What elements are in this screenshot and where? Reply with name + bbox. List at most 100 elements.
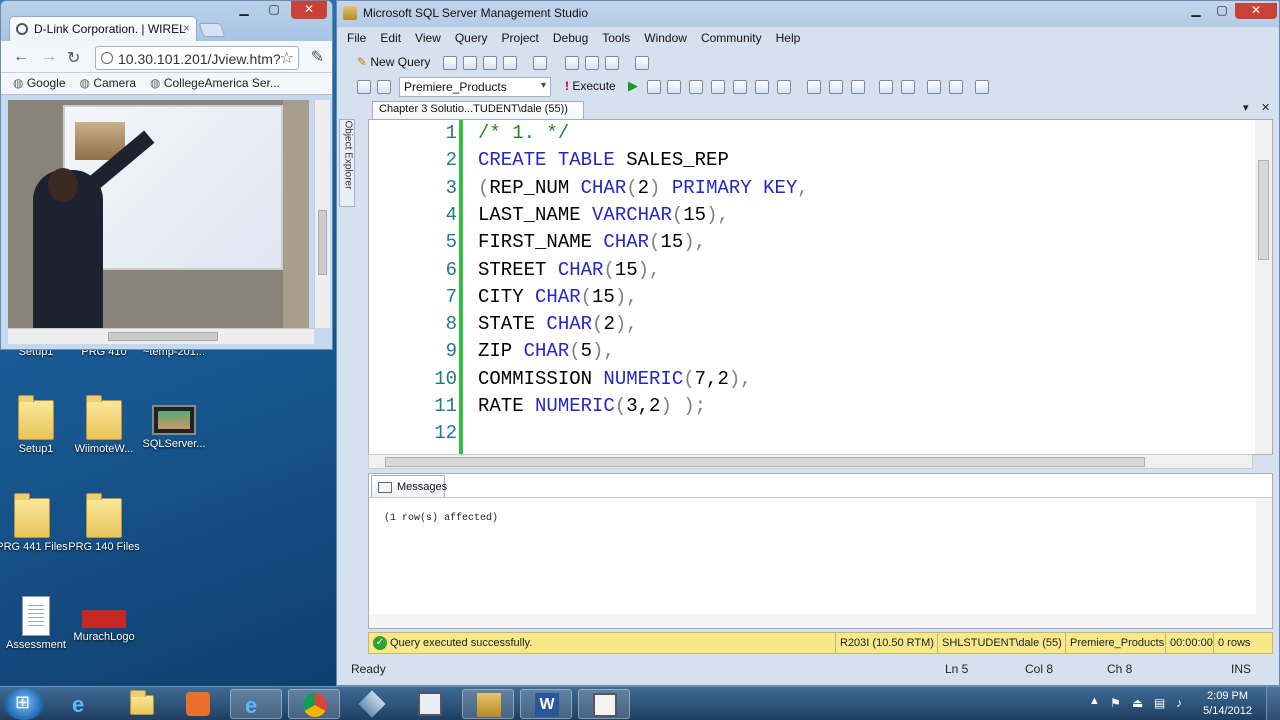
browser-horizontal-scrollbar[interactable] (8, 328, 314, 344)
object-explorer-tab[interactable]: Object Explorer (339, 119, 355, 207)
menu-debug[interactable]: Debug (553, 31, 588, 51)
desktop-icon-prg441[interactable]: PRG 441 Files (0, 493, 68, 553)
minimize-button[interactable]: ▁ (233, 1, 255, 19)
display-plan-icon[interactable] (689, 80, 703, 94)
menu-tools[interactable]: Tools (602, 31, 630, 51)
taskbar-ie[interactable]: e (58, 689, 110, 719)
decrease-indent-icon[interactable] (927, 80, 941, 94)
messages-horizontal-scrollbar[interactable] (369, 614, 1272, 628)
close-document-icon[interactable]: ✕ (1261, 101, 1270, 114)
taskbar-word[interactable]: W (520, 689, 572, 719)
wrench-icon[interactable]: ✎ (311, 47, 324, 67)
menu-community[interactable]: Community (701, 31, 762, 51)
menu-project[interactable]: Project (502, 31, 539, 51)
dmx-query-icon[interactable] (503, 56, 517, 70)
activity-monitor-icon[interactable] (635, 56, 649, 70)
intellisense-icon[interactable] (733, 80, 747, 94)
results-to-text-icon[interactable] (755, 80, 769, 94)
editor-horizontal-scrollbar[interactable] (368, 454, 1253, 469)
comment-icon[interactable] (879, 80, 893, 94)
open-file-icon[interactable] (565, 56, 579, 70)
forward-icon[interactable]: → (41, 48, 57, 66)
parse-icon[interactable] (667, 80, 681, 94)
new-tab-button[interactable] (198, 23, 226, 37)
taskbar-app[interactable] (404, 689, 456, 719)
analysis-query-icon[interactable] (463, 56, 477, 70)
desktop-icon-assessment[interactable]: Assessment (0, 596, 72, 651)
messages-tab[interactable]: Messages (371, 475, 447, 497)
usb-icon[interactable]: ⏏ (1132, 696, 1146, 710)
stop-icon[interactable] (647, 80, 661, 94)
flag-icon[interactable]: ⚑ (1110, 696, 1124, 710)
tab-list-icon[interactable]: ▾ (1243, 101, 1249, 114)
sql-editor[interactable]: 1/* 1. */2 CREATE TABLE SALES_REP 3 (REP_NU… (368, 119, 1273, 455)
debug-play-icon[interactable]: ▶ (628, 78, 638, 94)
desktop-icon-wiimote[interactable]: WiimoteW... (68, 395, 140, 455)
bookmark-google[interactable]: Google (13, 76, 66, 94)
close-button[interactable]: ✕ (291, 1, 327, 19)
scroll-thumb[interactable] (318, 210, 327, 275)
taskbar-ie-window[interactable]: e (230, 689, 282, 719)
desktop-icon-prg140[interactable]: PRG 140 Files (68, 493, 140, 553)
print-icon[interactable] (605, 56, 619, 70)
address-bar[interactable]: 10.30.101.201/Jview.htm? ☆ (95, 46, 299, 70)
desktop-icon-murachlogo[interactable]: MurachLogo (68, 596, 140, 643)
database-select[interactable]: Premiere_Products (399, 77, 551, 97)
menu-help[interactable]: Help (776, 31, 801, 51)
uncomment-icon[interactable] (901, 80, 915, 94)
query-document-tab[interactable]: Chapter 3 Solutio...TUDENT\dale (55)) (372, 101, 584, 119)
menu-edit[interactable]: Edit (380, 31, 401, 51)
xmla-query-icon[interactable] (533, 56, 547, 70)
editor-vertical-scrollbar[interactable] (1255, 120, 1272, 454)
database-engine-query-icon[interactable] (443, 56, 457, 70)
desktop-icon-setup1[interactable]: Setup1 (0, 395, 72, 455)
minimize-button[interactable]: ▁ (1183, 3, 1209, 19)
menu-view[interactable]: View (415, 31, 441, 51)
maximize-button[interactable]: ▢ (263, 1, 285, 19)
change-connection-icon[interactable] (377, 80, 391, 94)
bookmark-camera[interactable]: Camera (80, 76, 136, 94)
increase-indent-icon[interactable] (949, 80, 963, 94)
save-icon[interactable] (585, 56, 599, 70)
mdx-query-icon[interactable] (483, 56, 497, 70)
back-icon[interactable]: ← (13, 48, 29, 66)
scroll-thumb[interactable] (1258, 160, 1269, 260)
messages-vertical-scrollbar[interactable] (1256, 498, 1272, 614)
close-button[interactable]: ✕ (1235, 3, 1277, 19)
taskbar-explorer[interactable] (116, 689, 168, 719)
browser-vertical-scrollbar[interactable] (314, 100, 330, 328)
bookmark-collegeamerica[interactable]: CollegeAmerica Ser... (150, 76, 280, 94)
results-to-grid-icon[interactable] (777, 80, 791, 94)
taskbar-window[interactable] (578, 689, 630, 719)
browser-tab[interactable]: D-Link Corporation. | WIREL × (9, 16, 197, 42)
start-button[interactable] (4, 688, 44, 720)
close-tab-icon[interactable]: × (183, 21, 190, 35)
show-desktop-button[interactable] (1266, 687, 1280, 720)
include-plan-icon[interactable] (829, 80, 843, 94)
star-icon[interactable]: ☆ (280, 48, 294, 68)
menu-query[interactable]: Query (455, 31, 488, 51)
menu-window[interactable]: Window (644, 31, 687, 51)
results-to-file-icon[interactable] (807, 80, 821, 94)
new-query-button[interactable]: New Query (357, 55, 430, 69)
execute-button[interactable]: Execute (565, 79, 615, 93)
connect-icon[interactable] (357, 80, 371, 94)
system-clock[interactable]: 2:09 PM 5/14/2012 (1203, 689, 1252, 719)
scroll-thumb[interactable] (108, 332, 218, 341)
query-options-icon[interactable] (711, 80, 725, 94)
specify-values-icon[interactable] (975, 80, 989, 94)
network-icon[interactable]: ▤ (1154, 696, 1168, 710)
scroll-thumb[interactable] (385, 457, 1145, 467)
taskbar-media-player[interactable] (172, 689, 224, 719)
desktop-icon-sqlserver[interactable]: SQLServer... (138, 405, 210, 450)
taskbar-ssms[interactable] (462, 689, 514, 719)
volume-icon[interactable]: ♪ (1176, 696, 1190, 710)
maximize-button[interactable]: ▢ (1209, 3, 1235, 19)
menu-file[interactable]: File (347, 31, 366, 51)
client-stats-icon[interactable] (851, 80, 865, 94)
taskbar-chrome[interactable] (288, 689, 340, 719)
reload-icon[interactable]: ↻ (67, 48, 80, 68)
window-app-icon (593, 693, 617, 717)
show-hidden-icons[interactable]: ▲ (1089, 695, 1100, 707)
taskbar-virtualbox[interactable] (346, 689, 398, 719)
